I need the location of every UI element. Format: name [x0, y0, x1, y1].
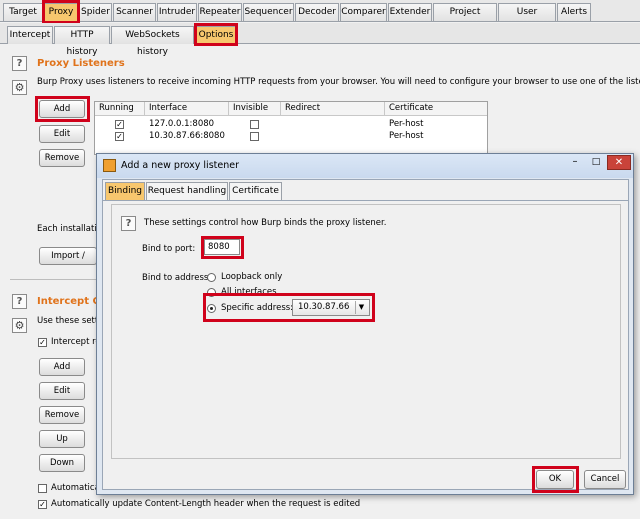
tab-spider[interactable]: Spider [79, 3, 112, 21]
dialog-title: Add a new proxy listener [121, 160, 239, 171]
interface-cell[interactable]: 127.0.0.1:8080 [145, 118, 214, 130]
listeners-table: Running Interface Invisible Redirect Cer… [94, 101, 488, 155]
highlight-options-tab [194, 23, 238, 46]
tab-user-options[interactable]: User options [498, 3, 556, 34]
tab-alerts[interactable]: Alerts [557, 3, 591, 21]
tab-intruder[interactable]: Intruder [157, 3, 197, 21]
binding-panel: ? These settings control how Burp binds … [111, 204, 621, 459]
gear-icon[interactable]: ⚙ [12, 318, 27, 333]
edit-rule-button[interactable]: Edit [39, 382, 85, 400]
cancel-button[interactable]: Cancel [584, 470, 626, 489]
dialog-tab-certificate[interactable]: Certificate [229, 182, 282, 200]
add-proxy-listener-dialog: Add a new proxy listener – □ ✕ Binding R… [96, 153, 634, 495]
proxy-listeners-description: Burp Proxy uses listeners to receive inc… [37, 77, 640, 87]
auto-fix-checkbox[interactable] [38, 484, 47, 493]
main-tab-bar: Target Proxy Spider Scanner Intruder Rep… [0, 0, 640, 34]
running-checkbox[interactable]: ✓ [115, 132, 124, 141]
tab-http-history[interactable]: HTTP history [54, 26, 110, 57]
binding-info-text: These settings control how Burp binds th… [144, 218, 387, 228]
tab-intercept[interactable]: Intercept [7, 26, 53, 44]
up-rule-button[interactable]: Up [39, 430, 85, 448]
highlight-specific-address [203, 293, 375, 322]
tab-target[interactable]: Target [3, 3, 43, 21]
close-icon[interactable]: ✕ [607, 155, 631, 170]
remove-rule-button[interactable]: Remove [39, 406, 85, 424]
tab-project-options[interactable]: Project options [433, 3, 497, 34]
tab-websockets-history[interactable]: WebSockets history [111, 26, 194, 57]
column-header-running[interactable]: Running [95, 102, 145, 116]
burp-logo-icon [103, 159, 116, 172]
intercept-requests-checkbox[interactable]: ✓ [38, 338, 47, 347]
help-icon[interactable]: ? [121, 216, 136, 231]
dialog-tab-request-handling[interactable]: Request handling [146, 182, 228, 200]
remove-listener-button[interactable]: Remove [39, 149, 85, 167]
help-icon[interactable]: ? [12, 56, 27, 71]
help-icon[interactable]: ? [12, 294, 27, 309]
bind-address-label: Bind to address: [142, 273, 212, 283]
column-header-interface[interactable]: Interface [145, 102, 229, 116]
loopback-radio[interactable] [207, 273, 216, 282]
edit-listener-button[interactable]: Edit [39, 125, 85, 143]
add-rule-button[interactable]: Add [39, 358, 85, 376]
dialog-tab-divider [103, 200, 628, 201]
invisible-checkbox[interactable] [250, 132, 259, 141]
tab-scanner[interactable]: Scanner [113, 3, 156, 21]
invisible-checkbox[interactable] [250, 120, 259, 129]
auto-update-label: Automatically update Content-Length head… [51, 499, 361, 509]
tab-extender[interactable]: Extender [388, 3, 432, 21]
dialog-body: Binding Request handling Certificate ? T… [102, 179, 629, 493]
proxy-listeners-title: Proxy Listeners [37, 58, 125, 69]
column-header-invisible[interactable]: Invisible [229, 102, 281, 116]
running-checkbox[interactable]: ✓ [115, 120, 124, 129]
highlight-port [201, 236, 244, 259]
highlight-proxy-tab [42, 0, 80, 24]
highlight-ok-button [532, 466, 579, 493]
auto-update-checkbox[interactable]: ✓ [38, 500, 47, 509]
certificate-cell[interactable]: Per-host [385, 130, 423, 142]
dialog-tab-binding[interactable]: Binding [105, 182, 145, 200]
minimize-icon[interactable]: – [565, 156, 585, 170]
loopback-label: Loopback only [221, 272, 283, 282]
column-header-certificate[interactable]: Certificate [385, 102, 487, 116]
interface-cell[interactable]: 10.30.87.66:8080 [145, 130, 225, 142]
proxy-sub-tab-bar: Intercept HTTP history WebSockets histor… [0, 23, 640, 57]
bind-port-label: Bind to port: [142, 244, 196, 254]
tab-repeater[interactable]: Repeater [198, 3, 242, 21]
certificate-cell[interactable]: Per-host [385, 118, 423, 130]
dialog-title-bar[interactable]: Add a new proxy listener – □ ✕ [97, 154, 633, 178]
gear-icon[interactable]: ⚙ [12, 80, 27, 95]
import-export-button[interactable]: Import / export [39, 247, 97, 265]
down-rule-button[interactable]: Down [39, 454, 85, 472]
column-header-redirect[interactable]: Redirect [281, 102, 385, 116]
section-divider [10, 279, 100, 280]
highlight-add-button [35, 96, 90, 122]
tab-sequencer[interactable]: Sequencer [243, 3, 294, 21]
tab-decoder[interactable]: Decoder [295, 3, 339, 21]
tab-comparer[interactable]: Comparer [340, 3, 387, 21]
maximize-icon[interactable]: □ [586, 156, 606, 170]
